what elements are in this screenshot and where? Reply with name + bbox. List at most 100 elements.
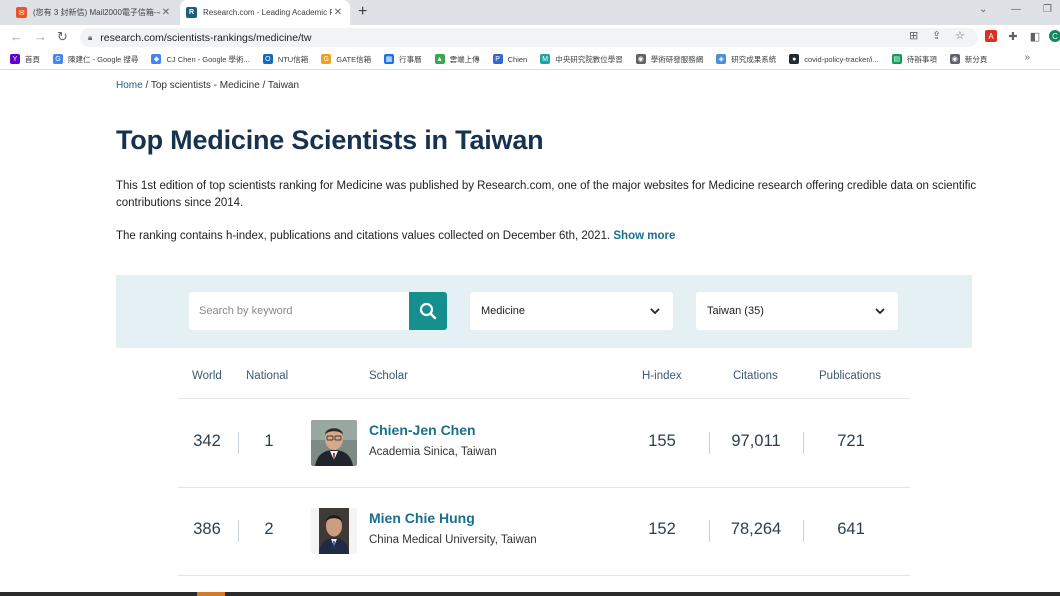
globe-icon: ◉ bbox=[635, 54, 646, 64]
sheet-icon: ▤ bbox=[891, 54, 902, 64]
new-tab-button[interactable]: + bbox=[358, 3, 367, 21]
divider bbox=[709, 520, 710, 542]
bookmark-label: Chien bbox=[507, 54, 528, 64]
bookmark-label: 首頁 bbox=[25, 54, 40, 64]
bookmarks-overflow-button[interactable]: » bbox=[1024, 52, 1030, 63]
p-icon: P bbox=[492, 54, 503, 64]
chevron-down-icon[interactable]: ⌄ bbox=[979, 4, 987, 15]
search-button[interactable] bbox=[409, 292, 447, 330]
bookmark-item[interactable]: M 中央研究院數位學習 bbox=[540, 54, 623, 65]
scholar-icon: ◆ bbox=[151, 54, 162, 64]
close-icon[interactable]: ✕ bbox=[332, 7, 344, 18]
forward-button[interactable]: → bbox=[34, 29, 47, 44]
ranking-note-text: The ranking contains h-index, publicatio… bbox=[116, 230, 611, 242]
bookmark-item[interactable]: ▦ 行事曆 bbox=[384, 54, 422, 65]
tab-strip: ✉ (您有 3 封新信) Mail2000電子信箱--ch ✕ R Resear… bbox=[0, 0, 1060, 25]
bookmark-item[interactable]: P Chien bbox=[492, 54, 528, 64]
m-icon: M bbox=[540, 54, 551, 64]
share-icon[interactable]: ⇪ bbox=[932, 29, 941, 42]
ranking-note: The ranking contains h-index, publicatio… bbox=[116, 230, 675, 242]
tab-title: (您有 3 封新信) Mail2000電子信箱--ch bbox=[33, 8, 160, 17]
close-icon[interactable]: ✕ bbox=[160, 7, 172, 18]
header-citations[interactable]: Citations bbox=[733, 370, 778, 382]
bookmark-item[interactable]: ◈ 研究成果系統 bbox=[716, 54, 776, 65]
page-content: Home / Top scientists - Medicine / Taiwa… bbox=[0, 70, 1060, 596]
tab-title: Research.com - Leading Academic Re bbox=[203, 8, 332, 17]
back-button[interactable]: ← bbox=[10, 29, 23, 44]
table-row[interactable]: 342 1 Chien-Jen Chen Academia Sinica, Ta… bbox=[116, 399, 972, 487]
star-icon[interactable]: ☆ bbox=[955, 29, 965, 42]
citations-value: 97,011 bbox=[731, 432, 781, 450]
tab-research[interactable]: R Research.com - Leading Academic Re ✕ bbox=[180, 0, 350, 25]
scholar-photo[interactable] bbox=[311, 508, 357, 554]
intro-paragraph: This 1st edition of top scientists ranki… bbox=[116, 180, 977, 209]
reload-button[interactable]: ↻ bbox=[57, 29, 68, 45]
divider bbox=[803, 432, 804, 454]
address-bar[interactable]: 🔒︎ research.com/scientists-rankings/medi… bbox=[80, 28, 978, 47]
scholar-institution: Academia Sinica, Taiwan bbox=[369, 446, 497, 458]
bookmark-item[interactable]: ◉ 學術研發服務網 bbox=[635, 54, 703, 65]
google-icon: G bbox=[53, 54, 63, 64]
bookmark-label: 研究成果系統 bbox=[731, 54, 777, 64]
world-rank: 342 bbox=[193, 432, 221, 450]
search-input[interactable]: Search by keyword bbox=[189, 292, 409, 330]
header-publications[interactable]: Publications bbox=[819, 370, 881, 382]
header-world[interactable]: World bbox=[192, 370, 222, 382]
breadcrumb: Home / Top scientists - Medicine / Taiwa… bbox=[116, 80, 299, 91]
show-more-link[interactable]: Show more bbox=[613, 230, 675, 242]
discipline-value: Medicine bbox=[481, 305, 526, 317]
bookmark-item[interactable]: ● covid-policy-tracker/i... bbox=[789, 54, 879, 64]
bookmark-item[interactable]: G GATE信箱 bbox=[321, 54, 371, 65]
taskbar-edge bbox=[0, 592, 1060, 596]
gate-icon: G bbox=[321, 54, 332, 64]
mail-icon: ✉ bbox=[16, 7, 27, 18]
taskbar-active-indicator bbox=[197, 592, 225, 596]
discipline-select[interactable]: Medicine bbox=[470, 292, 673, 330]
lock-icon: 🔒︎ bbox=[88, 32, 93, 42]
outlook-icon: O bbox=[262, 54, 273, 64]
bookmark-item[interactable]: ▲ 雲端上傳 bbox=[434, 54, 480, 65]
translate-icon[interactable]: ⊞ bbox=[909, 29, 918, 42]
header-scholar[interactable]: Scholar bbox=[369, 370, 408, 382]
drive-icon: ▲ bbox=[434, 54, 445, 64]
scholar-photo[interactable] bbox=[311, 420, 357, 466]
table-row[interactable]: 386 2 Mien Chie Hung China Medical Unive… bbox=[116, 488, 972, 576]
bookmarks-bar: Y 首頁 G 陳建仁 - Google 搜尋 ◆ CJ Chen - Google 學術.… bbox=[0, 49, 1060, 70]
bookmark-item[interactable]: Y 首頁 bbox=[10, 54, 40, 65]
github-icon: ● bbox=[789, 54, 800, 64]
header-hindex[interactable]: H-index bbox=[642, 370, 682, 382]
extensions-icon[interactable]: ✚ bbox=[1007, 30, 1019, 43]
pdf-extension-icon[interactable]: A bbox=[985, 30, 997, 42]
breadcrumb-trail: / Top scientists - Medicine / Taiwan bbox=[142, 80, 300, 91]
bookmark-label: 陳建仁 - Google 搜尋 bbox=[68, 54, 139, 64]
url-text: research.com/scientists-rankings/medicin… bbox=[100, 31, 312, 44]
scholar-name-link[interactable]: Chien-Jen Chen bbox=[369, 422, 476, 438]
bookmark-item[interactable]: ◉ 新分頁 bbox=[949, 54, 988, 65]
bookmark-item[interactable]: ▤ 待辦事項 bbox=[891, 54, 937, 65]
avatar[interactable]: C bbox=[1049, 30, 1060, 42]
bookmark-item[interactable]: G 陳建仁 - Google 搜尋 bbox=[53, 54, 138, 65]
chevron-down-icon bbox=[650, 308, 660, 315]
minimize-button[interactable]: — bbox=[1011, 4, 1021, 15]
divider bbox=[709, 432, 710, 454]
bookmark-item[interactable]: ◆ CJ Chen - Google 學術... bbox=[151, 54, 250, 65]
research-logo-icon: R bbox=[186, 7, 197, 18]
country-value: Taiwan (35) bbox=[707, 305, 764, 317]
breadcrumb-home-link[interactable]: Home bbox=[116, 80, 143, 91]
maximize-button[interactable]: ❐ bbox=[1043, 4, 1052, 15]
national-rank: 1 bbox=[264, 432, 274, 450]
scholar-name-link[interactable]: Mien Chie Hung bbox=[369, 510, 475, 526]
side-panel-icon[interactable]: ◧ bbox=[1029, 30, 1041, 43]
tab-mail[interactable]: ✉ (您有 3 封新信) Mail2000電子信箱--ch ✕ bbox=[10, 0, 178, 25]
bookmark-item[interactable]: O NTU信箱 bbox=[262, 54, 308, 65]
browser-toolbar: ← → ↻ 🔒︎ research.com/scientists-ranking… bbox=[0, 25, 1060, 49]
scholar-institution: China Medical University, Taiwan bbox=[369, 534, 537, 546]
bookmark-label: 新分頁 bbox=[964, 54, 988, 64]
ranking-table: World National Scholar H-index Citations… bbox=[116, 348, 972, 596]
bookmark-label: 行事曆 bbox=[399, 54, 422, 64]
world-rank: 386 bbox=[193, 520, 221, 538]
header-national[interactable]: National bbox=[246, 370, 288, 382]
country-select[interactable]: Taiwan (35) bbox=[696, 292, 898, 330]
bookmark-label: GATE信箱 bbox=[336, 54, 372, 64]
calendar-icon: ▦ bbox=[384, 54, 395, 64]
